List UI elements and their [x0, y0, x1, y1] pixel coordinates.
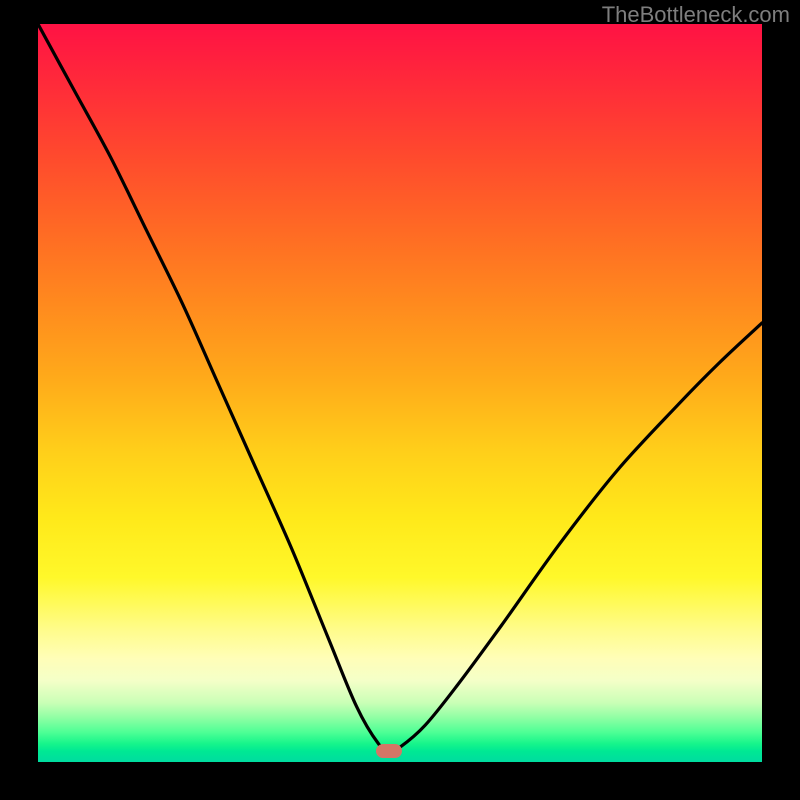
plot-area	[38, 24, 762, 762]
chart-frame: TheBottleneck.com	[0, 0, 800, 800]
watermark-text: TheBottleneck.com	[602, 2, 790, 28]
optimum-marker	[376, 744, 402, 758]
bottleneck-curve	[38, 24, 762, 762]
